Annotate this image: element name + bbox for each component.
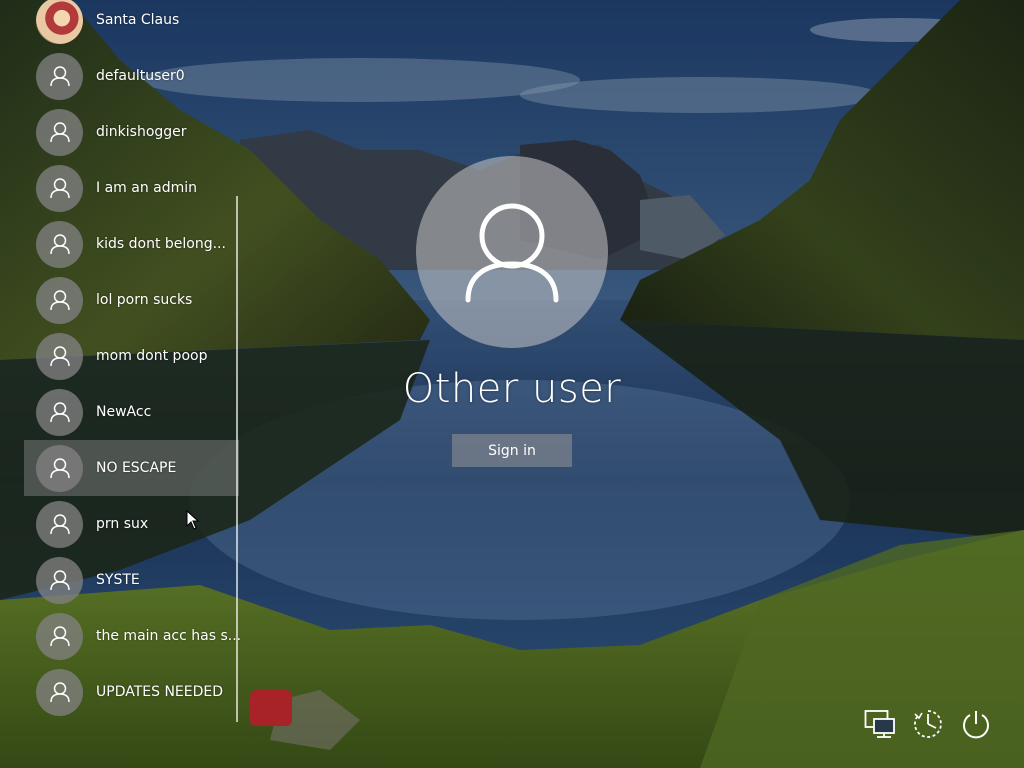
user-list-item[interactable]: lol porn sucks	[24, 272, 239, 328]
user-list-item[interactable]: I am an admin	[24, 160, 239, 216]
power-icon[interactable]	[958, 706, 994, 742]
user-avatar-icon	[36, 500, 83, 548]
user-list-item[interactable]: prn sux	[24, 496, 239, 552]
user-name-label: the main acc has s...	[96, 628, 242, 644]
user-avatar-icon	[36, 108, 83, 156]
user-list-item[interactable]: NO ESCAPE	[24, 440, 239, 496]
user-name-label: defaultuser0	[96, 68, 185, 84]
sign-in-button[interactable]: Sign in	[452, 434, 572, 467]
user-silhouette-icon	[465, 203, 559, 303]
user-list-item[interactable]: NewAcc	[24, 384, 239, 440]
user-name-label: NewAcc	[96, 404, 152, 420]
user-photo-avatar	[36, 0, 83, 44]
user-list-item[interactable]: kids dont belong...	[24, 216, 239, 272]
selected-user-name: Other user	[402, 366, 622, 412]
selected-user-avatar	[416, 156, 608, 348]
user-name-label: UPDATES NEEDED	[96, 684, 224, 700]
ease-of-access-icon[interactable]	[910, 706, 946, 742]
user-avatar-icon	[36, 444, 83, 492]
user-avatar-icon	[36, 276, 83, 324]
user-avatar-icon	[36, 388, 83, 436]
network-icon[interactable]	[862, 706, 898, 742]
user-list-item[interactable]: mom dont poop	[24, 328, 239, 384]
user-list-item[interactable]: UPDATES NEEDED	[24, 664, 239, 720]
user-name-label: I am an admin	[96, 180, 198, 196]
lock-screen: Santa Claus defaultuser0 dinkishogger I am …	[0, 0, 1024, 768]
user-name-label: Santa Claus	[96, 12, 180, 28]
user-name-label: SYSTE	[96, 572, 140, 588]
user-avatar-icon	[36, 668, 83, 716]
user-avatar-icon	[36, 52, 83, 100]
user-avatar-icon	[36, 332, 83, 380]
user-name-label: dinkishogger	[96, 124, 187, 140]
user-name-label: prn sux	[96, 516, 149, 532]
user-avatar-icon	[36, 164, 83, 212]
user-name-label: mom dont poop	[96, 348, 208, 364]
user-list-item[interactable]: the main acc has s...	[24, 608, 242, 664]
user-name-label: kids dont belong...	[96, 236, 226, 252]
user-list-item[interactable]: defaultuser0	[24, 48, 239, 104]
user-name-label: lol porn sucks	[96, 292, 193, 308]
user-list-item[interactable]: Santa Claus	[24, 0, 239, 48]
user-list-item[interactable]: SYSTE	[24, 552, 239, 608]
user-list-item[interactable]: dinkishogger	[24, 104, 239, 160]
user-name-label: NO ESCAPE	[96, 460, 177, 476]
user-avatar-icon	[36, 612, 83, 660]
user-avatar-icon	[36, 556, 83, 604]
user-avatar-icon	[36, 220, 83, 268]
user-list-scrollbar[interactable]	[236, 196, 238, 722]
